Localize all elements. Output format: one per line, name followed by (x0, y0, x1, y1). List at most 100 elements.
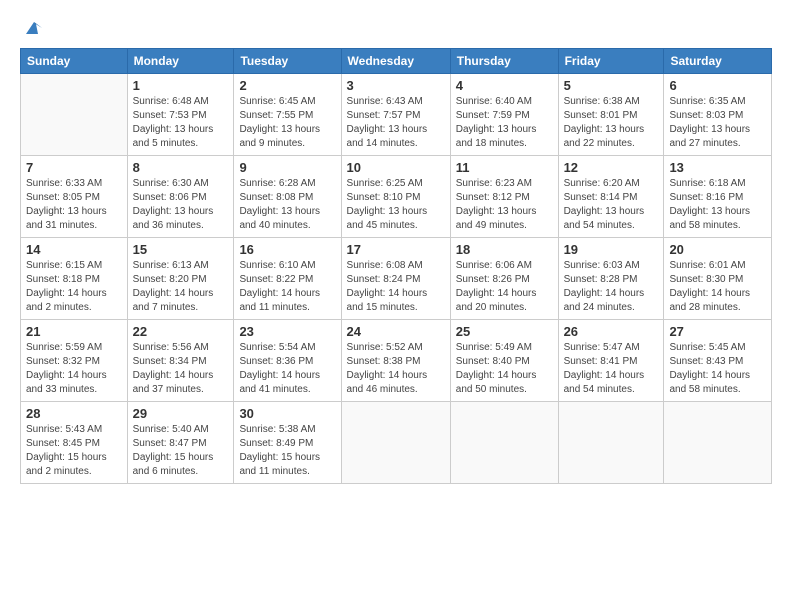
day-number: 11 (456, 160, 553, 175)
calendar-table: SundayMondayTuesdayWednesdayThursdayFrid… (20, 48, 772, 484)
calendar-day-cell: 25 Sunrise: 5:49 AMSunset: 8:40 PMDayligh… (450, 320, 558, 402)
calendar-day-cell: 16 Sunrise: 6:10 AMSunset: 8:22 PMDayligh… (234, 238, 341, 320)
day-info: Sunrise: 6:45 AMSunset: 7:55 PMDaylight:… (239, 95, 335, 151)
day-info: Sunrise: 6:38 AMSunset: 8:01 PMDaylight:… (564, 95, 659, 151)
calendar-header-tuesday: Tuesday (234, 49, 341, 74)
day-number: 10 (347, 160, 445, 175)
calendar-day-cell: 23 Sunrise: 5:54 AMSunset: 8:36 PMDayligh… (234, 320, 341, 402)
calendar-day-cell: 18 Sunrise: 6:06 AMSunset: 8:26 PMDayligh… (450, 238, 558, 320)
calendar-header-thursday: Thursday (450, 49, 558, 74)
calendar-day-cell: 11 Sunrise: 6:23 AMSunset: 8:12 PMDayligh… (450, 156, 558, 238)
calendar-week-row: 28 Sunrise: 5:43 AMSunset: 8:45 PMDayligh… (21, 402, 772, 484)
day-info: Sunrise: 6:23 AMSunset: 8:12 PMDaylight:… (456, 177, 553, 233)
day-number: 24 (347, 324, 445, 339)
day-info: Sunrise: 6:06 AMSunset: 8:26 PMDaylight:… (456, 259, 553, 315)
calendar-day-cell: 29Sunrise: 5:40 AMSunset: 8:47 PMDayligh… (127, 402, 234, 484)
calendar-day-cell: 9 Sunrise: 6:28 AMSunset: 8:08 PMDaylight… (234, 156, 341, 238)
day-info: Sunrise: 6:20 AMSunset: 8:14 PMDaylight:… (564, 177, 659, 233)
page: SundayMondayTuesdayWednesdayThursdayFrid… (0, 0, 792, 612)
day-number: 9 (239, 160, 335, 175)
day-info: Sunrise: 5:59 AMSunset: 8:32 PMDaylight:… (26, 341, 122, 397)
day-number: 13 (669, 160, 766, 175)
day-info: Sunrise: 6:30 AMSunset: 8:06 PMDaylight:… (133, 177, 229, 233)
calendar-day-cell: 12Sunrise: 6:20 AMSunset: 8:14 PMDayligh… (558, 156, 664, 238)
day-info: Sunrise: 6:35 AMSunset: 8:03 PMDaylight:… (669, 95, 766, 151)
calendar-header-friday: Friday (558, 49, 664, 74)
day-number: 15 (133, 242, 229, 257)
day-info: Sunrise: 5:47 AMSunset: 8:41 PMDaylight:… (564, 341, 659, 397)
day-info: Sunrise: 6:18 AMSunset: 8:16 PMDaylight:… (669, 177, 766, 233)
day-number: 20 (669, 242, 766, 257)
day-info: Sunrise: 5:43 AMSunset: 8:45 PMDaylight:… (26, 423, 122, 479)
day-number: 7 (26, 160, 122, 175)
calendar-day-cell: 28 Sunrise: 5:43 AMSunset: 8:45 PMDayligh… (21, 402, 128, 484)
day-number: 17 (347, 242, 445, 257)
calendar-header-sunday: Sunday (21, 49, 128, 74)
day-info: Sunrise: 6:13 AMSunset: 8:20 PMDaylight:… (133, 259, 229, 315)
day-number: 23 (239, 324, 335, 339)
calendar-day-cell: 26 Sunrise: 5:47 AMSunset: 8:41 PMDayligh… (558, 320, 664, 402)
day-info: Sunrise: 6:15 AMSunset: 8:18 PMDaylight:… (26, 259, 122, 315)
day-info: Sunrise: 6:08 AMSunset: 8:24 PMDaylight:… (347, 259, 445, 315)
calendar-day-cell: 4 Sunrise: 6:40 AMSunset: 7:59 PMDaylight… (450, 74, 558, 156)
day-number: 3 (347, 78, 445, 93)
calendar-day-cell (664, 402, 772, 484)
day-info: Sunrise: 6:40 AMSunset: 7:59 PMDaylight:… (456, 95, 553, 151)
calendar-day-cell: 1 Sunrise: 6:48 AMSunset: 7:53 PMDaylight… (127, 74, 234, 156)
calendar-day-cell: 17 Sunrise: 6:08 AMSunset: 8:24 PMDayligh… (341, 238, 450, 320)
day-number: 25 (456, 324, 553, 339)
calendar-day-cell: 6Sunrise: 6:35 AMSunset: 8:03 PMDaylight… (664, 74, 772, 156)
day-number: 8 (133, 160, 229, 175)
day-info: Sunrise: 5:40 AMSunset: 8:47 PMDaylight:… (133, 423, 229, 479)
calendar-day-cell (341, 402, 450, 484)
calendar-day-cell: 7 Sunrise: 6:33 AMSunset: 8:05 PMDaylight… (21, 156, 128, 238)
calendar-week-row: 1 Sunrise: 6:48 AMSunset: 7:53 PMDaylight… (21, 74, 772, 156)
day-info: Sunrise: 6:28 AMSunset: 8:08 PMDaylight:… (239, 177, 335, 233)
calendar-week-row: 14 Sunrise: 6:15 AMSunset: 8:18 PMDayligh… (21, 238, 772, 320)
day-info: Sunrise: 6:48 AMSunset: 7:53 PMDaylight:… (133, 95, 229, 151)
day-number: 4 (456, 78, 553, 93)
day-number: 22 (133, 324, 229, 339)
calendar-week-row: 7 Sunrise: 6:33 AMSunset: 8:05 PMDaylight… (21, 156, 772, 238)
calendar-day-cell: 22 Sunrise: 5:56 AMSunset: 8:34 PMDayligh… (127, 320, 234, 402)
day-info: Sunrise: 6:25 AMSunset: 8:10 PMDaylight:… (347, 177, 445, 233)
calendar-day-cell: 15 Sunrise: 6:13 AMSunset: 8:20 PMDayligh… (127, 238, 234, 320)
calendar-day-cell: 20Sunrise: 6:01 AMSunset: 8:30 PMDayligh… (664, 238, 772, 320)
calendar-week-row: 21 Sunrise: 5:59 AMSunset: 8:32 PMDayligh… (21, 320, 772, 402)
day-info: Sunrise: 5:45 AMSunset: 8:43 PMDaylight:… (669, 341, 766, 397)
day-number: 21 (26, 324, 122, 339)
day-number: 14 (26, 242, 122, 257)
calendar-header-wednesday: Wednesday (341, 49, 450, 74)
calendar-day-cell: 3Sunrise: 6:43 AMSunset: 7:57 PMDaylight… (341, 74, 450, 156)
calendar-day-cell: 2 Sunrise: 6:45 AMSunset: 7:55 PMDaylight… (234, 74, 341, 156)
day-number: 28 (26, 406, 122, 421)
day-info: Sunrise: 5:56 AMSunset: 8:34 PMDaylight:… (133, 341, 229, 397)
day-info: Sunrise: 5:38 AMSunset: 8:49 PMDaylight:… (239, 423, 335, 479)
day-number: 26 (564, 324, 659, 339)
calendar-day-cell: 21 Sunrise: 5:59 AMSunset: 8:32 PMDayligh… (21, 320, 128, 402)
day-number: 30 (239, 406, 335, 421)
calendar-day-cell (450, 402, 558, 484)
header (20, 16, 772, 38)
calendar-header-saturday: Saturday (664, 49, 772, 74)
calendar-day-cell: 24Sunrise: 5:52 AMSunset: 8:38 PMDayligh… (341, 320, 450, 402)
day-info: Sunrise: 5:54 AMSunset: 8:36 PMDaylight:… (239, 341, 335, 397)
day-number: 16 (239, 242, 335, 257)
day-number: 18 (456, 242, 553, 257)
calendar-day-cell (21, 74, 128, 156)
day-number: 2 (239, 78, 335, 93)
day-number: 1 (133, 78, 229, 93)
calendar-day-cell: 14 Sunrise: 6:15 AMSunset: 8:18 PMDayligh… (21, 238, 128, 320)
calendar-header-monday: Monday (127, 49, 234, 74)
calendar-day-cell: 10 Sunrise: 6:25 AMSunset: 8:10 PMDayligh… (341, 156, 450, 238)
day-number: 5 (564, 78, 659, 93)
logo-bird-icon (22, 16, 44, 38)
calendar-day-cell (558, 402, 664, 484)
logo (20, 16, 44, 38)
day-info: Sunrise: 6:10 AMSunset: 8:22 PMDaylight:… (239, 259, 335, 315)
day-info: Sunrise: 6:03 AMSunset: 8:28 PMDaylight:… (564, 259, 659, 315)
calendar-day-cell: 30 Sunrise: 5:38 AMSunset: 8:49 PMDayligh… (234, 402, 341, 484)
day-info: Sunrise: 5:49 AMSunset: 8:40 PMDaylight:… (456, 341, 553, 397)
day-info: Sunrise: 6:33 AMSunset: 8:05 PMDaylight:… (26, 177, 122, 233)
calendar-day-cell: 13 Sunrise: 6:18 AMSunset: 8:16 PMDayligh… (664, 156, 772, 238)
